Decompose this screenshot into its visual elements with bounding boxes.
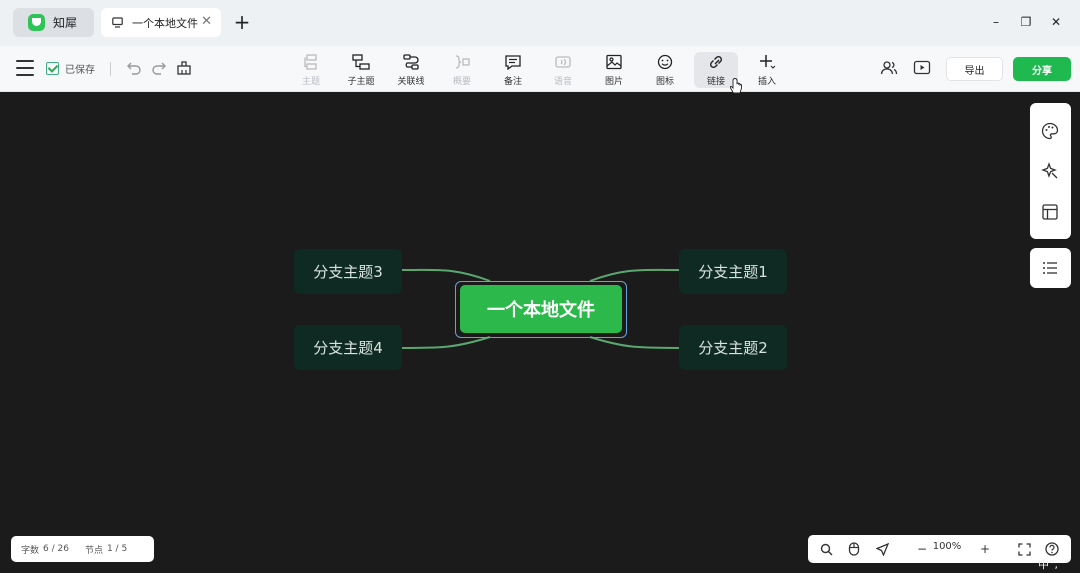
tool-label: 概要 — [452, 77, 471, 87]
app-home-button[interactable]: 知犀 — [13, 8, 94, 37]
tool-subtopic[interactable]: 子主题 — [339, 52, 383, 88]
words-label: 字数 — [21, 545, 40, 556]
hand-cursor-icon — [729, 78, 743, 96]
palette-icon[interactable] — [1040, 121, 1060, 141]
subtopic-icon — [350, 52, 372, 72]
document-tab[interactable]: 一个本地文件 ✕ — [101, 8, 221, 37]
mindmap-canvas[interactable]: 分支主题3 分支主题4 分支主题1 分支主题2 一个本地文件 — [0, 92, 1080, 573]
tab-close-icon[interactable]: ✕ — [201, 14, 212, 29]
close-window-button[interactable]: ✕ — [1046, 12, 1066, 32]
redo-icon[interactable] — [149, 58, 169, 78]
tool-summary[interactable]: 概要 — [440, 52, 484, 88]
search-icon[interactable] — [818, 541, 834, 557]
tool-label: 备注 — [503, 77, 522, 87]
zoom-in-button[interactable]: + — [977, 541, 993, 557]
export-button[interactable]: 导出 — [946, 57, 1003, 81]
undo-icon[interactable] — [124, 58, 144, 78]
tool-emoji[interactable]: 图标 — [643, 52, 687, 88]
tool-label: 主题 — [301, 77, 320, 87]
help-icon[interactable] — [1044, 541, 1060, 557]
tool-note[interactable]: 备注 — [491, 52, 535, 88]
tool-insert[interactable]: 插入 — [745, 52, 789, 88]
nodes-label: 节点 — [84, 545, 103, 556]
insert-icon — [756, 52, 778, 72]
presentation-icon[interactable] — [913, 59, 933, 79]
toolbar: 已保存 主题 子主题 关联线 概要 备注 语音 图片 图标 链接 插入 导出 分… — [0, 46, 1080, 92]
branch-node-1[interactable]: 分支主题1 — [679, 249, 787, 294]
words-value: 6 / 26 — [43, 544, 69, 554]
branch-node-4[interactable]: 分支主题4 — [294, 325, 402, 370]
tool-voice[interactable]: 语音 — [541, 52, 585, 88]
tool-label: 图片 — [604, 77, 623, 87]
title-bar: 知犀 一个本地文件 ✕ + – ❐ ✕ — [0, 0, 1080, 46]
image-icon — [603, 52, 625, 72]
emoji-icon — [654, 52, 676, 72]
navigate-icon[interactable] — [874, 541, 890, 557]
ime-indicator[interactable]: 中°, — [1038, 556, 1058, 572]
topic-icon — [300, 52, 322, 72]
saved-check-icon — [46, 62, 59, 75]
zoom-level: 100% — [932, 541, 962, 552]
minimize-button[interactable]: – — [986, 12, 1006, 32]
link-icon — [705, 52, 727, 72]
collaborators-icon[interactable] — [880, 59, 900, 79]
hamburger-menu-icon[interactable] — [16, 60, 34, 76]
mouse-icon[interactable] — [846, 541, 862, 557]
tool-topic[interactable]: 主题 — [289, 52, 333, 88]
fit-screen-icon[interactable] — [1016, 541, 1032, 557]
maximize-button[interactable]: ❐ — [1016, 12, 1036, 32]
summary-icon — [451, 52, 473, 72]
tool-label: 链接 — [706, 77, 725, 87]
zoom-out-button[interactable]: − — [914, 541, 930, 557]
tool-label: 关联线 — [397, 77, 425, 87]
tool-label: 图标 — [655, 77, 674, 87]
relation-line-icon — [400, 52, 422, 72]
monitor-icon — [112, 17, 123, 28]
nodes-value: 1 / 5 — [106, 544, 128, 554]
new-tab-button[interactable]: + — [232, 10, 252, 34]
save-status: 已保存 — [46, 61, 95, 76]
branch-node-2[interactable]: 分支主题2 — [679, 325, 787, 370]
format-painter-icon[interactable] — [174, 58, 194, 78]
style-sparkle-icon[interactable] — [1040, 161, 1060, 181]
outline-panel — [1030, 248, 1071, 288]
tool-label: 语音 — [553, 77, 572, 87]
branch-node-3[interactable]: 分支主题3 — [294, 249, 402, 294]
root-node-selection: 一个本地文件 — [455, 281, 627, 338]
note-icon — [502, 52, 524, 72]
tool-relation-line[interactable]: 关联线 — [389, 52, 433, 88]
root-node[interactable]: 一个本地文件 — [460, 285, 622, 333]
saved-label: 已保存 — [65, 65, 95, 76]
layout-icon[interactable] — [1040, 202, 1060, 222]
app-name: 知犀 — [53, 16, 78, 30]
document-stats: 字数 6 / 26 节点 1 / 5 — [11, 536, 154, 562]
app-logo-icon — [28, 14, 45, 31]
side-panel — [1030, 103, 1071, 239]
tool-label: 子主题 — [347, 77, 375, 87]
tool-label: 插入 — [757, 77, 776, 87]
tool-image[interactable]: 图片 — [592, 52, 636, 88]
outline-list-icon[interactable] — [1040, 258, 1060, 278]
toolbar-divider — [110, 62, 111, 76]
share-button[interactable]: 分享 — [1013, 57, 1071, 81]
voice-icon — [552, 52, 574, 72]
tab-title: 一个本地文件 — [132, 16, 198, 30]
